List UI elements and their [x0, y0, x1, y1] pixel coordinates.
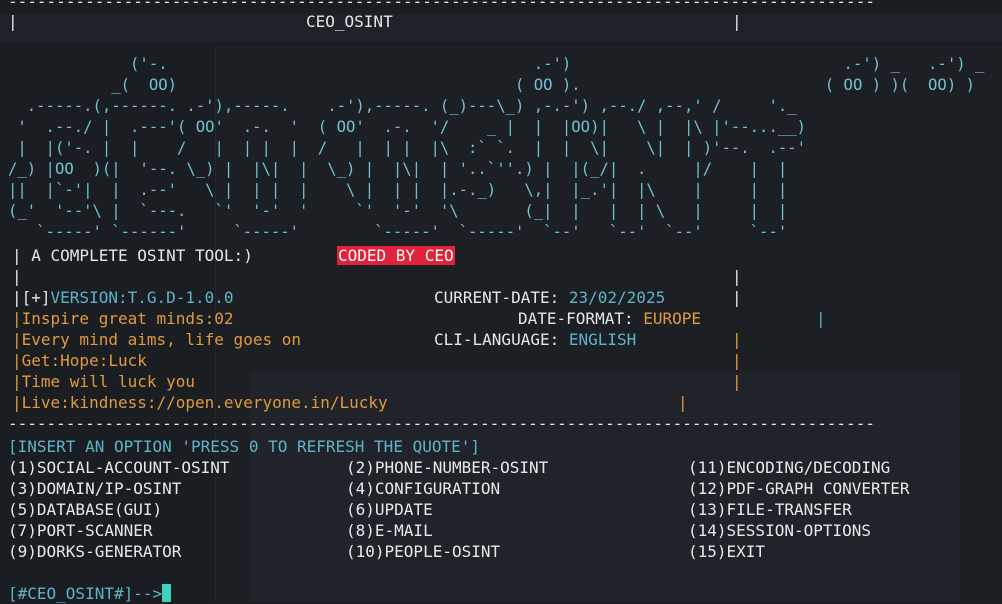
app-title: CEO_OSINT [306, 12, 393, 31]
insert-option-prompt: [INSERT AN OPTION 'PRESS 0 TO REFRESH TH… [8, 437, 481, 456]
left-border: | [12, 267, 22, 286]
cli-language-value: ENGLISH [568, 330, 637, 349]
menu-option-8[interactable]: (8)E-MAIL [346, 521, 433, 541]
version-value: VERSION:T.G.D-1.0.0 [50, 288, 234, 307]
current-date-line: CURRENT-DATE: 23/02/2025 [434, 288, 665, 308]
ascii-art-line: /_) |OO )(| '--. \_) | |\| | \_) | |\| |… [8, 160, 788, 178]
tagline: | A COMPLETE OSINT TOOL:) [12, 246, 253, 265]
ascii-art-line: _( OO) ( OO ). ( OO ) )( OO) ) [8, 76, 975, 94]
menu-option-7[interactable]: (7)PORT-SCANNER [8, 521, 153, 541]
quote-line: |Every mind aims, life goes on [12, 330, 301, 349]
cli-language-line: CLI-LANGUAGE: ENGLISH [434, 330, 636, 350]
date-format-line: DATE-FORMAT: EUROPE [518, 309, 701, 329]
version-prefix: |[+] [12, 288, 51, 307]
command-prompt: [#CEO_OSINT#]--> [8, 584, 163, 603]
quote-line: |Live:kindness://open.everyone.in/Lucky [12, 393, 388, 412]
current-date-value: 23/02/2025 [568, 288, 666, 307]
current-date-label: CURRENT-DATE: [434, 288, 560, 307]
right-border: | [732, 372, 742, 391]
menu-option-6[interactable]: (6)UPDATE [346, 500, 433, 520]
menu-option-9[interactable]: (9)DORKS-GENERATOR [8, 542, 181, 562]
right-border: | [732, 288, 742, 307]
menu-option-3[interactable]: (3)DOMAIN/IP-OSINT [8, 479, 181, 499]
command-prompt-line[interactable]: [#CEO_OSINT#]--> [8, 584, 172, 604]
title-right-border: | [732, 12, 742, 31]
menu-option-2[interactable]: (2)PHONE-NUMBER-OSINT [346, 458, 548, 478]
ascii-art-line: ('-. .-') .-') _ .-') _ [8, 55, 985, 73]
ascii-art-line: ' .--./ | .---'( OO' .-. ' ( OO' .-. '/ … [8, 118, 806, 136]
menu-option-12[interactable]: (12)PDF-GRAPH CONVERTER [688, 479, 910, 499]
quote-line: |Inspire great minds:02 [12, 309, 234, 328]
version-line: |[+]VERSION:T.G.D-1.0.0 [12, 288, 234, 308]
ascii-art-line: `-----' `------' `-----' `-----' `-----'… [8, 223, 788, 241]
bottom-rule: ----------------------------------------… [8, 414, 875, 433]
ascii-art-line: (_' '--'\ | `---. `' '-' ' `' '-' '\ (_|… [8, 202, 788, 220]
right-border: | [732, 267, 742, 286]
terminal-window[interactable]: ----------------------------------------… [0, 0, 1002, 604]
menu-option-13[interactable]: (13)FILE-TRANSFER [688, 500, 852, 520]
title-left-border: | [8, 12, 18, 31]
right-border: | [732, 330, 742, 349]
date-format-value: EUROPE [643, 309, 702, 328]
ascii-art-line: .-----.(,------. .-'),-----. .-'),-----.… [8, 97, 797, 115]
menu-option-10[interactable]: (10)PEOPLE-OSINT [346, 542, 500, 562]
quote-line: |Time will luck you [12, 372, 196, 391]
menu-option-14[interactable]: (14)SESSION-OPTIONS [688, 521, 871, 541]
coded-by-badge: CODED BY CEO [337, 246, 455, 266]
menu-option-1[interactable]: (1)SOCIAL-ACCOUNT-OSINT [8, 458, 230, 478]
right-border: | [732, 351, 742, 370]
quote-line: |Get:Hope:Luck [12, 351, 147, 370]
coded-by-label: CODED BY CEO [337, 246, 455, 265]
date-format-label: DATE-FORMAT: [518, 309, 634, 328]
right-border: | [678, 393, 688, 412]
text-cursor [162, 584, 172, 602]
menu-option-11[interactable]: (11)ENCODING/DECODING [688, 458, 890, 478]
menu-option-4[interactable]: (4)CONFIGURATION [346, 479, 500, 499]
menu-option-15[interactable]: (15)EXIT [688, 542, 765, 562]
top-rule: ----------------------------------------… [8, 0, 875, 11]
ascii-art-line: | |('-. | | / | | | | / | | | |\ :` `. |… [8, 139, 806, 157]
cli-language-label: CLI-LANGUAGE: [434, 330, 560, 349]
menu-option-5[interactable]: (5)DATABASE(GUI) [8, 500, 162, 520]
right-border: | [816, 309, 826, 328]
ascii-art-line: || |`-'| | .--' \ | | | | \ | | | |.-._)… [8, 181, 788, 199]
